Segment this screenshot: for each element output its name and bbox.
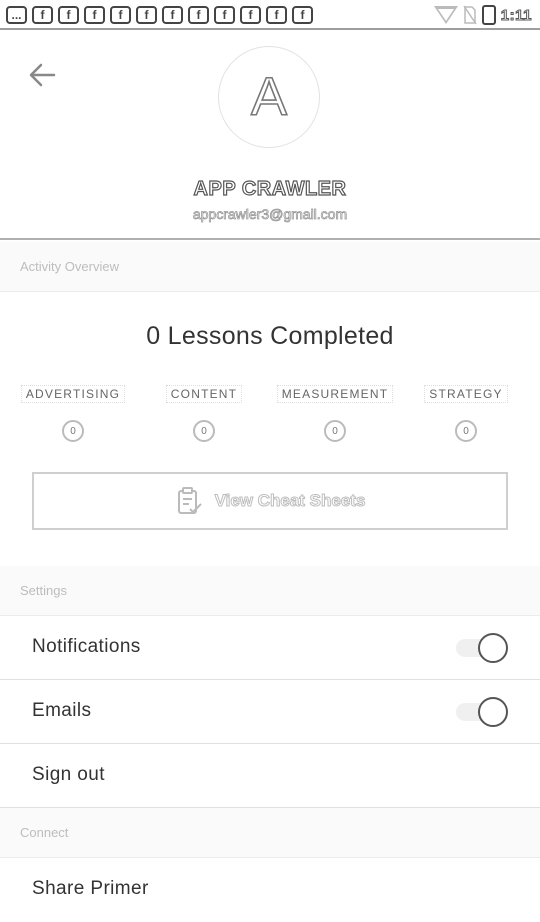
toggle-knob [478,633,508,663]
user-name: APP CRAWLER [193,177,347,200]
battery-icon [481,5,496,25]
category-measurement: MEASUREMENT 0 [270,383,400,442]
lessons-completed: 0 Lessons Completed [146,322,394,350]
category-count: 0 [62,420,84,442]
category-count: 0 [455,420,477,442]
settings-section-header: Settings [0,566,540,616]
category-strategy: STRATEGY 0 [401,383,531,442]
notifications-row: Notifications [0,616,540,680]
notification-icons: ... f f f f f f f f f f f [6,6,313,24]
notifications-label: Notifications [32,636,141,657]
toggle-knob [478,697,508,727]
facebook-notification-icon: f [136,6,157,24]
category-count: 0 [324,420,346,442]
wifi-icon [433,6,458,24]
facebook-notification-icon: f [240,6,261,24]
notifications-toggle[interactable] [456,633,508,663]
activity-section-title: Activity Overview [20,259,119,274]
share-primer-button[interactable]: Share Primer [0,858,540,922]
facebook-notification-icon: f [214,6,235,24]
clock: 1:11 [500,6,532,24]
category-label: MEASUREMENT [276,385,394,403]
avatar: A [218,46,320,148]
facebook-notification-icon: f [292,6,313,24]
view-cheat-sheets-label: View Cheat Sheets [214,491,366,511]
connect-section-header: Connect [0,808,540,858]
facebook-notification-icon: f [84,6,105,24]
category-label: ADVERTISING [20,385,126,403]
facebook-notification-icon: f [188,6,209,24]
view-cheat-sheets-button[interactable]: View Cheat Sheets [32,472,508,530]
category-content: CONTENT 0 [139,383,269,442]
user-email: appcrawler3@gmail.com [192,206,348,223]
connect-section-title: Connect [20,825,69,840]
back-button[interactable] [22,55,62,95]
facebook-notification-icon: f [266,6,287,24]
facebook-notification-icon: f [162,6,183,24]
status-bar: ... f f f f f f f f f f f 1:11 [0,0,540,30]
facebook-notification-icon: f [110,6,131,24]
emails-toggle[interactable] [456,697,508,727]
settings-section-title: Settings [20,583,67,598]
avatar-initial: A [250,66,288,128]
category-label: STRATEGY [424,385,508,403]
category-label: CONTENT [165,385,243,403]
facebook-notification-icon: f [32,6,53,24]
category-count: 0 [193,420,215,442]
header-divider [0,238,540,240]
more-notifications-icon: ... [6,6,27,24]
emails-label: Emails [32,700,92,721]
arrow-left-icon [29,63,56,87]
emails-row: Emails [0,680,540,744]
facebook-notification-icon: f [58,6,79,24]
activity-section-header: Activity Overview [0,242,540,292]
category-advertising: ADVERTISING 0 [8,383,138,442]
no-sim-icon [463,5,477,25]
sign-out-label: Sign out [32,764,105,785]
sign-out-button[interactable]: Sign out [0,744,540,808]
clipboard-check-icon [177,487,202,514]
